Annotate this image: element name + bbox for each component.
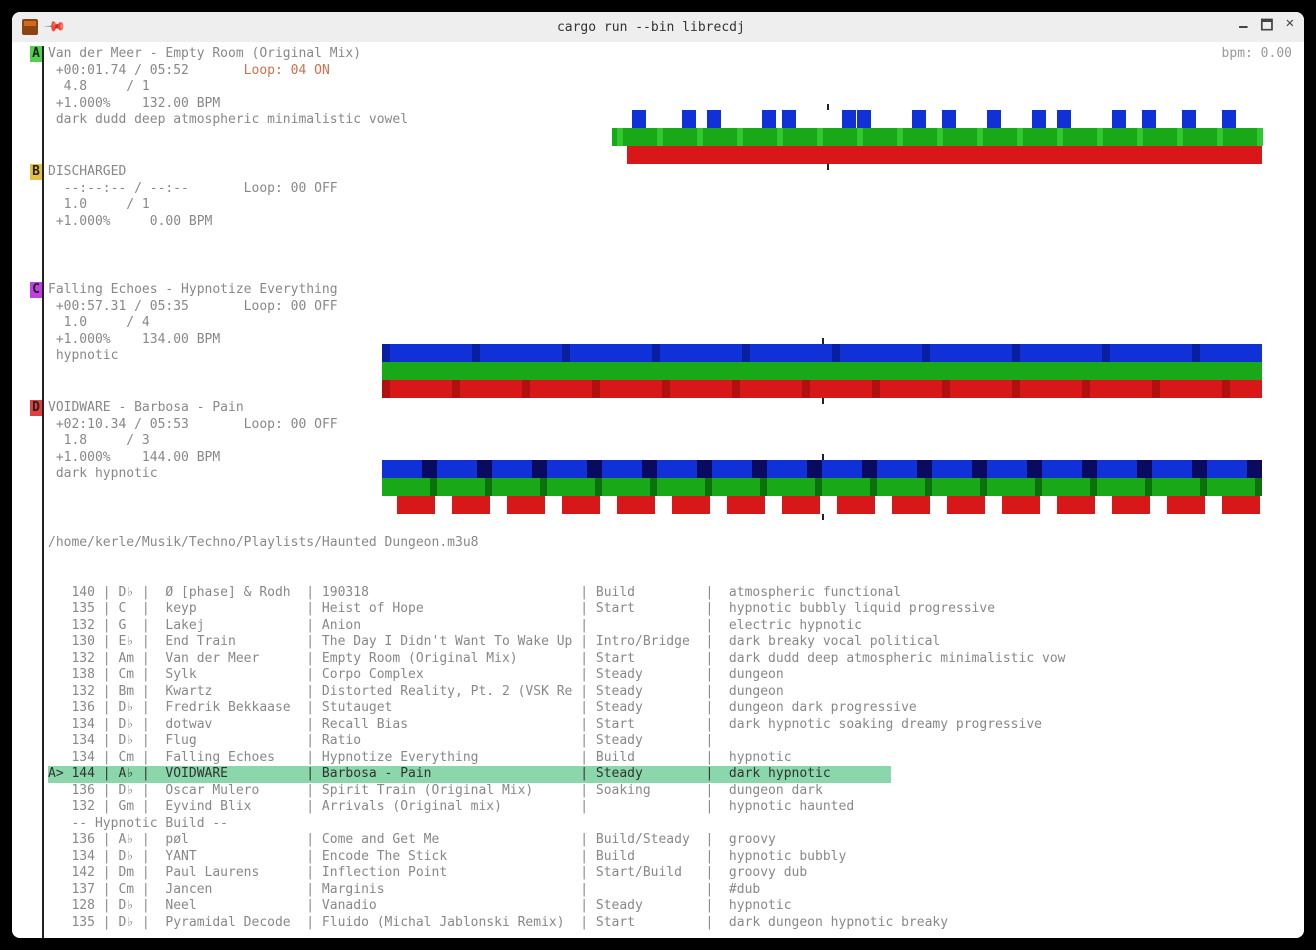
deck-title: Falling Echoes - Hypnotize Everything: [48, 282, 1304, 299]
playlist-row[interactable]: 136 | D♭ | Oscar Mulero | Spirit Train (…: [48, 783, 1304, 800]
wave-blue: [612, 110, 1262, 128]
titlebar[interactable]: 📌 cargo run --bin librecdj 🗕 🗖 ✕: [12, 12, 1304, 42]
playlist-row[interactable]: 136 | A♭ | pøl | Come and Get Me | Build…: [48, 832, 1304, 849]
deck-row3: 4.8 / 1: [48, 79, 1304, 96]
deck-title: VOIDWARE - Barbosa - Pain: [48, 400, 1304, 417]
wave-blue: [382, 460, 1262, 478]
playlist-row[interactable]: 134 | D♭ | dotwav | Recall Bias | Start …: [48, 717, 1304, 734]
deck-time-row: +00:01.74 / 05:52 Loop: 04 ON: [48, 63, 1304, 80]
deck-label-B: B: [30, 164, 42, 180]
playlist-row[interactable]: 132 | G | Lakej | Anion | | electric hyp…: [48, 618, 1304, 635]
playlist-row[interactable]: 140 | D♭ | Ø [phase] & Rodh | 190318 | B…: [48, 585, 1304, 602]
deck-label-D: D: [30, 400, 42, 416]
playlist-row[interactable]: 137 | Cm | Jancen | Marginis | | #dub: [48, 882, 1304, 899]
minimize-icon[interactable]: 🗕: [1238, 15, 1248, 39]
playlist-row[interactable]: 132 | Bm | Kwartz | Distorted Reality, P…: [48, 684, 1304, 701]
app-window: 📌 cargo run --bin librecdj 🗕 🗖 ✕ bpm: 0.…: [12, 12, 1304, 938]
deck-label-C: C: [30, 282, 42, 298]
loop-status: Loop: 04 ON: [244, 63, 330, 78]
deck-bpm-row: +1.000% 0.00 BPM: [48, 214, 1304, 231]
deck-B[interactable]: B DISCHARGED --:--:-- / --:-- Loop: 00 O…: [12, 164, 1304, 274]
playlist-row[interactable]: 142 | Dm | Paul Laurens | Inflection Poi…: [48, 865, 1304, 882]
deck-row3: 1.0 / 4: [48, 315, 1304, 332]
window-title: cargo run --bin librecdj: [63, 20, 1238, 35]
deck-time-row: --:--:-- / --:-- Loop: 00 OFF: [48, 181, 1304, 198]
playlist-row[interactable]: 138 | Cm | Sylk | Corpo Complex | Steady…: [48, 667, 1304, 684]
wave-blue: [382, 344, 1262, 362]
waveform-D[interactable]: [382, 460, 1262, 514]
playlist-row[interactable]: A> 144 | A♭ | VOIDWARE | Barbosa - Pain …: [48, 766, 891, 783]
deck-title: Van der Meer - Empty Room (Original Mix): [48, 46, 1304, 63]
wave-green: [382, 362, 1262, 380]
deck-row3: 1.0 / 1: [48, 197, 1304, 214]
playlist[interactable]: /home/kerle/Musik/Techno/Playlists/Haunt…: [12, 502, 1304, 938]
loop-status: Loop: 00 OFF: [244, 299, 338, 314]
playlist-row[interactable]: 130 | E♭ | End Train | The Day I Didn't …: [48, 634, 1304, 651]
content-area: bpm: 0.00 A Van der Meer - Empty Room (O…: [12, 42, 1304, 938]
playlist-row[interactable]: 134 | D♭ | YANT | Encode The Stick | Bui…: [48, 849, 1304, 866]
playlist-row[interactable]: 132 | Am | Van der Meer | Empty Room (Or…: [48, 651, 1304, 668]
wave-red: [382, 496, 1262, 514]
deck-label-A: A: [30, 46, 42, 62]
maximize-icon[interactable]: 🗖: [1260, 15, 1273, 39]
playlist-row[interactable]: 135 | C | keyp | Heist of Hope | Start |…: [48, 601, 1304, 618]
playlist-row[interactable]: 135 | D♭ | Pyramidal Decode | Fluido (Mi…: [48, 915, 1304, 932]
playlist-divider: -- Hypnotic Build --: [48, 816, 1304, 833]
waveform-A[interactable]: [612, 110, 1262, 164]
deck-time-row: +02:10.34 / 05:53 Loop: 00 OFF: [48, 417, 1304, 434]
deck-title: DISCHARGED: [48, 164, 1304, 181]
app-icon: [22, 19, 38, 35]
wave-green: [382, 478, 1262, 496]
loop-status: Loop: 00 OFF: [244, 417, 338, 432]
close-icon[interactable]: ✕: [1286, 15, 1294, 39]
loop-status: Loop: 00 OFF: [244, 181, 338, 196]
playlist-row[interactable]: 136 | D♭ | Fredrik Bekkaase | Stutauget …: [48, 700, 1304, 717]
playlist-row[interactable]: 134 | Cm | Falling Echoes | Hypnotize Ev…: [48, 750, 1304, 767]
playlist-row[interactable]: 134 | D♭ | Flug | Ratio | Steady |: [48, 733, 1304, 750]
wave-red: [612, 146, 1262, 164]
wave-green: [612, 128, 1262, 146]
playlist-row[interactable]: 132 | Gm | Eyvind Blix | Arrivals (Origi…: [48, 799, 1304, 816]
deck-time-row: +00:57.31 / 05:35 Loop: 00 OFF: [48, 299, 1304, 316]
waveform-C[interactable]: [382, 344, 1262, 398]
deck-row3: 1.8 / 3: [48, 433, 1304, 450]
playlist-path: /home/kerle/Musik/Techno/Playlists/Haunt…: [48, 535, 1304, 552]
wave-red: [382, 380, 1262, 398]
playlist-row[interactable]: 128 | D♭ | Neel | Vanadio | Steady | hyp…: [48, 898, 1304, 915]
